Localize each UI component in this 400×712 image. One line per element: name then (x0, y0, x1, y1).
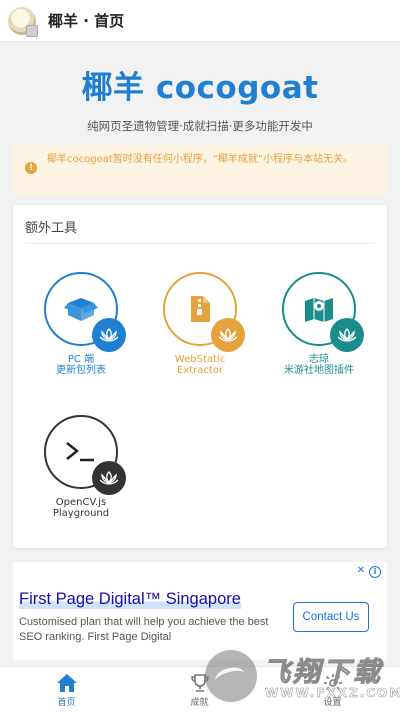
tab-label: 成就 (190, 698, 209, 708)
file-zip-icon (191, 296, 210, 322)
tools-card: 额外工具 PC 端 更新包列表 WebStatic Extractor 志琼 米… (13, 205, 387, 548)
tab-label: 首页 (57, 698, 76, 708)
tools-card-title: 额外工具 (25, 221, 78, 236)
tool-webstatic-extractor[interactable]: WebStatic Extractor (145, 272, 255, 376)
trophy-icon (189, 672, 211, 694)
gear-icon (322, 672, 344, 694)
lotus-badge-icon (92, 318, 126, 352)
warning-icon: ! (25, 162, 37, 174)
map-icon (305, 298, 333, 322)
tool-circle (282, 272, 364, 352)
avatar[interactable] (8, 6, 38, 37)
divider (25, 243, 375, 244)
tool-label: OpenCV.js Playground (52, 497, 110, 519)
bottom-tab-bar: 首页 成就 设置 (0, 666, 400, 712)
hero-title: 椰羊 cocogoat (81, 70, 319, 106)
tab-settings[interactable]: 设置 (266, 667, 399, 712)
lotus-badge-icon (330, 318, 364, 352)
package-icon (64, 298, 98, 321)
lotus-badge-icon (211, 318, 245, 352)
notice-banner: ! 椰羊cocogoat暂时没有任何小程序，“椰羊成就”小程序与本站无关。 (13, 145, 387, 195)
tab-achievements[interactable]: 成就 (133, 667, 266, 712)
app-bar: 椰羊 · 首页 (0, 0, 400, 42)
tool-circle (163, 272, 245, 352)
tab-label: 设置 (323, 698, 342, 708)
ad-banner[interactable]: ✕ i First Page Digital™ Singapore Custom… (13, 562, 387, 660)
ad-contact-button[interactable]: Contact Us (293, 602, 369, 632)
ad-info-icon[interactable]: i (369, 566, 381, 578)
terminal-icon (66, 442, 94, 462)
page-title: 椰羊 · 首页 (48, 12, 125, 30)
hero-subtitle: 纯网页圣遗物管理·成就扫描·更多功能开发中 (87, 119, 313, 133)
tool-opencv-playground[interactable]: OpenCV.js Playground (26, 415, 136, 519)
ad-description: Customised plan that will help you achie… (19, 616, 269, 643)
tool-circle (44, 272, 126, 352)
notice-text: 椰羊cocogoat暂时没有任何小程序，“椰羊成就”小程序与本站无关。 (47, 154, 354, 165)
tool-circle (44, 415, 126, 495)
ad-title[interactable]: First Page Digital™ Singapore (19, 590, 241, 609)
lotus-badge-icon (92, 461, 126, 495)
tool-pc-update-list[interactable]: PC 端 更新包列表 (26, 272, 136, 376)
tab-home[interactable]: 首页 (0, 667, 133, 712)
ad-close-icon[interactable]: ✕ (357, 565, 365, 576)
tool-zhiqiong-map-plugin[interactable]: 志琼 米游社地图插件 (264, 272, 374, 376)
tool-label: WebStatic Extractor (174, 354, 226, 376)
tool-label: PC 端 更新包列表 (56, 354, 106, 376)
tool-label: 志琼 米游社地图插件 (284, 354, 354, 376)
home-icon (56, 672, 78, 694)
